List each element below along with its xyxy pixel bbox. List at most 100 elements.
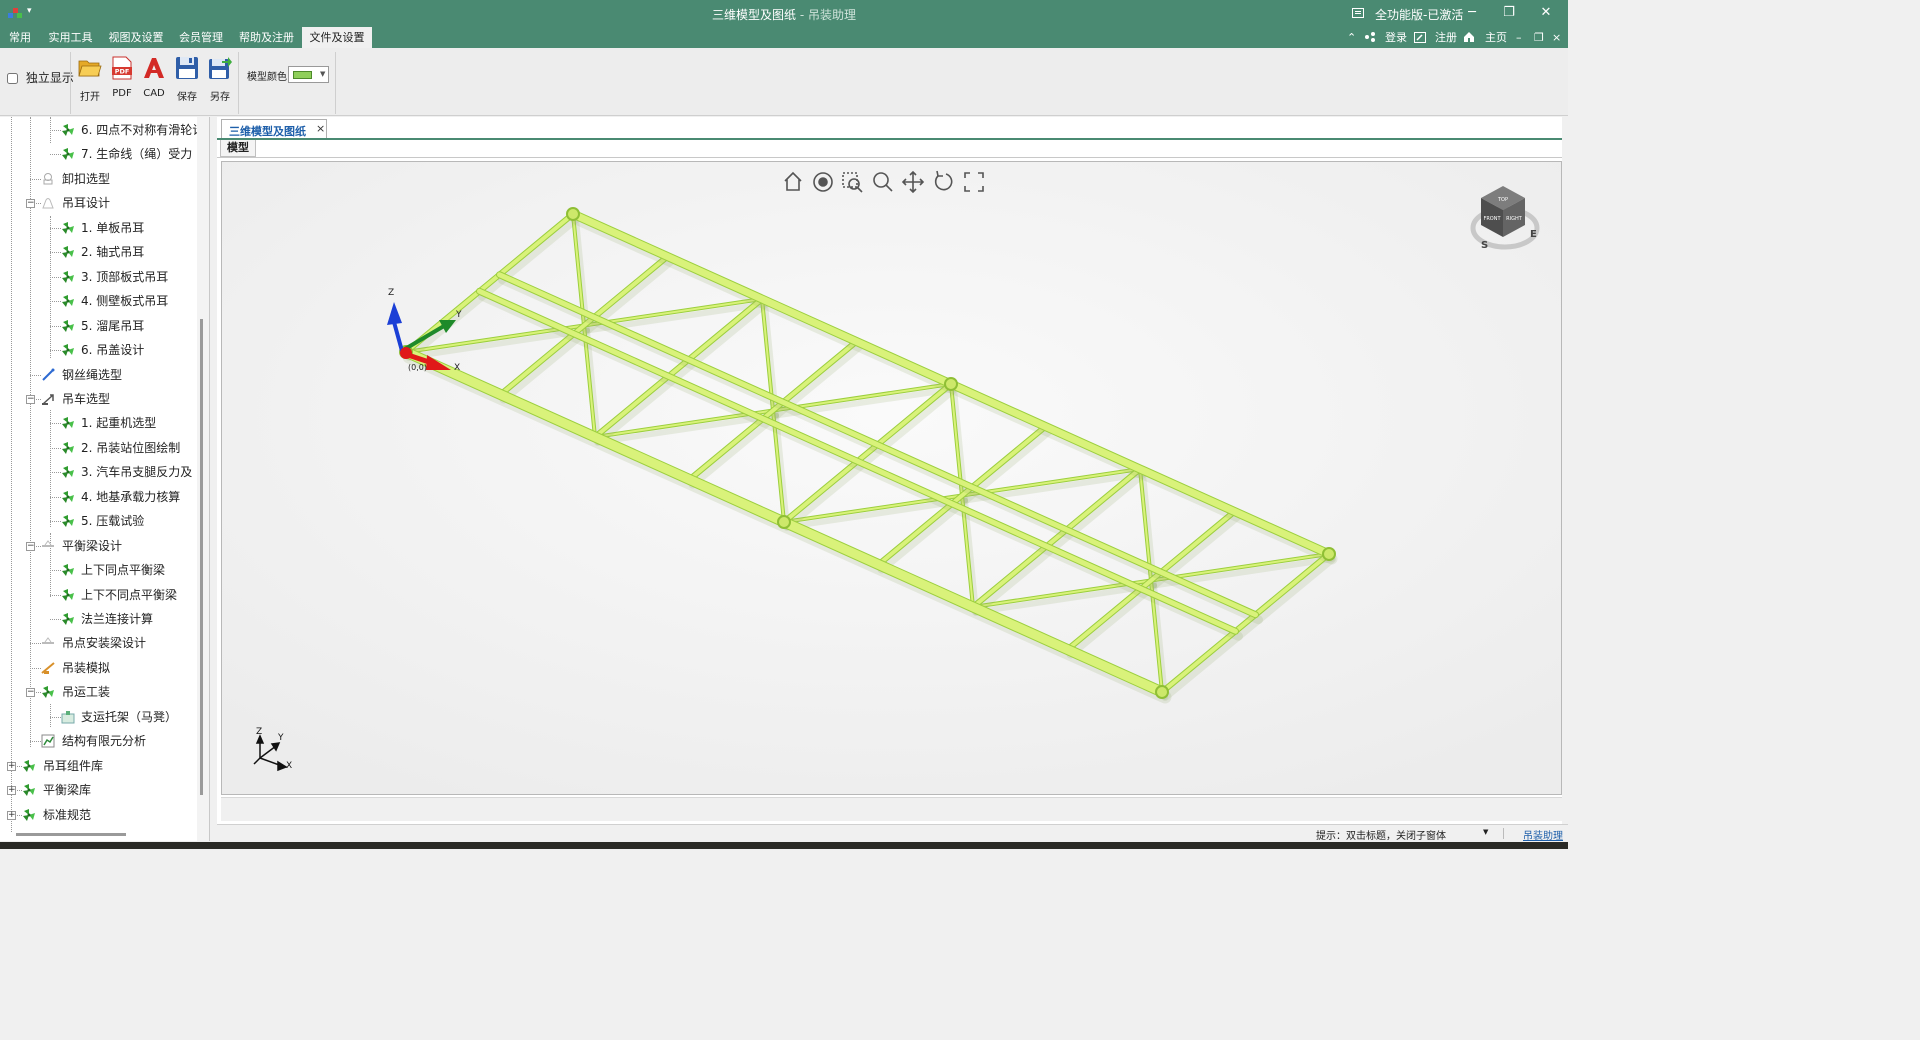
expand-icon[interactable]: + [7,786,16,796]
tree-item[interactable]: 支运托架（马凳） [0,705,196,729]
close-button[interactable]: ✕ [1528,3,1564,23]
tree-item-label: 2. 轴式吊耳 [81,245,145,260]
save-as-button[interactable]: 另存 [205,56,235,103]
tree-horizontal-scroll-thumb[interactable] [16,833,126,836]
mdi-minimize-button[interactable]: – [1516,27,1522,48]
chevron-down-icon: ▼ [320,70,326,78]
share-icon[interactable] [1364,31,1376,43]
tree-item[interactable]: − 吊耳设计 [0,191,196,215]
ribbon-separator [70,52,71,114]
function-tree: 6. 四点不对称有滑轮计 7. 生命线（绳）受力 卸扣选型 − 吊耳设计 1. 单板吊耳 2… [0,117,210,841]
collapse-icon[interactable]: − [26,688,35,698]
home-link[interactable]: 主页 [1485,27,1507,48]
close-tab-icon[interactable]: × [316,122,325,135]
standalone-label: 独立显示 [25,71,74,85]
menu-file-settings[interactable]: 文件及设置 [302,27,372,48]
tree-item[interactable]: 1. 起重机选型 [0,411,196,435]
tree-item[interactable]: 4. 侧壁板式吊耳 [0,289,196,313]
minimize-button[interactable]: ─ [1454,3,1490,23]
login-link[interactable]: 登录 [1385,27,1407,48]
leaf-icon [62,246,74,259]
standalone-checkbox[interactable] [7,73,18,84]
tree-item[interactable]: 上下不同点平衡梁 [0,583,196,607]
model-subtab[interactable]: 模型 [220,140,256,157]
viewer-horizontal-scrollbar[interactable] [221,797,1562,821]
tree-item[interactable]: 卸扣选型 [0,167,196,191]
collapse-icon[interactable]: − [26,199,35,209]
tree-item[interactable]: 3. 顶部板式吊耳 [0,265,196,289]
tree-item[interactable]: 6. 四点不对称有滑轮计 [0,118,204,142]
collapse-icon[interactable]: − [26,394,35,404]
subtab-divider [217,157,1568,158]
tree-item-label: 4. 侧壁板式吊耳 [81,294,169,309]
wire-rope-icon [42,368,55,381]
leaf-icon [62,588,74,601]
tree-item[interactable]: − 吊运工装 [0,680,196,704]
tree-item[interactable]: + 吊耳组件库 [0,754,196,778]
tree-item[interactable]: 4. 地基承载力核算 [0,485,196,509]
tree-item[interactable]: 结构有限元分析 [0,729,196,753]
tree-item[interactable]: 上下同点平衡梁 [0,558,196,582]
status-dropdown-icon[interactable]: ▼ [1483,828,1488,836]
tree-item[interactable]: 钢丝绳选型 [0,363,196,387]
collapse-ribbon-icon[interactable]: ⌃ [1347,27,1356,48]
leaf-icon [62,613,74,625]
tree-vertical-scrollbar[interactable] [197,117,209,841]
tree-scroll-thumb[interactable] [200,319,203,795]
menu-tools[interactable]: 实用工具 [40,27,101,48]
open-button[interactable]: 打开 [75,56,105,103]
tree-item-label: 吊点安装梁设计 [62,636,147,651]
tree-item[interactable]: − 平衡梁设计 [0,534,196,558]
tree-item-label: 上下不同点平衡梁 [81,587,178,602]
leaf-icon [62,490,74,503]
tree-item[interactable]: + 标准规范 [0,803,196,827]
model-color-label: 模型颜色 [247,72,287,83]
pdf-icon: PDF [112,56,132,80]
tree-item[interactable]: 法兰连接计算 [0,607,196,631]
menu-member[interactable]: 会员管理 [171,27,231,48]
leaf-icon [62,466,74,479]
status-separator [1503,828,1511,839]
lifting-lug [566,207,580,221]
save-button[interactable]: 保存 [172,56,202,103]
tree-item[interactable]: 3. 汽车吊支腿反力及 [0,460,196,484]
3d-viewer[interactable]: TOP FRONT RIGHT S E Z Y X (0,0) Z Y X [221,161,1562,795]
document-vertical-scrollbar[interactable] [1562,117,1568,824]
tree-item[interactable]: 6. 吊盖设计 [0,338,196,362]
tree-item[interactable]: 5. 压载试验 [0,509,196,533]
tree-item-label: 法兰连接计算 [81,612,154,626]
mdi-close-button[interactable]: × [1552,27,1561,48]
tree-item[interactable]: 2. 轴式吊耳 [0,240,196,264]
tree-item[interactable]: 吊装模拟 [0,656,196,680]
ribbon-separator [335,52,336,114]
tree-item[interactable]: 吊点安装梁设计 [0,631,196,655]
pdf-button[interactable]: PDF PDF [107,56,137,102]
tree-item[interactable]: − 吊车选型 [0,387,196,411]
mdi-restore-button[interactable]: ❐ [1534,27,1544,48]
app-link[interactable]: 吊装助理 [1523,827,1563,842]
menu-help-register[interactable]: 帮助及注册 [231,27,302,48]
tree-item[interactable]: 5. 溜尾吊耳 [0,314,196,338]
tree-item[interactable]: + 平衡梁库 [0,778,196,802]
collapse-icon[interactable]: − [26,541,35,551]
tree-item[interactable]: 7. 生命线（绳）受力 [0,142,196,166]
document-tab[interactable]: 三维模型及图纸 × [221,119,327,138]
menu-view-settings[interactable]: 视图及设置 [101,27,171,48]
tree-item[interactable]: 1. 单板吊耳 [0,216,196,240]
lifting-lug [777,515,791,529]
standalone-toggle[interactable]: 独立显示 [7,69,74,86]
cad-icon [144,58,164,78]
tree-item[interactable]: 2. 吊装站位图绘制 [0,436,196,460]
cad-button[interactable]: CAD [139,56,169,102]
expand-icon[interactable]: + [7,761,16,771]
maximize-button[interactable]: ❐ [1491,3,1527,23]
3d-viewport[interactable]: TOP FRONT RIGHT S E Z Y X (0,0) Z Y X [222,162,1562,795]
expand-icon[interactable]: + [7,810,16,820]
shackle-icon [43,172,53,185]
leaf-icon [62,319,74,332]
lug-icon [42,198,54,209]
menu-common[interactable]: 常用 [0,27,40,48]
model-color-picker[interactable]: ▼ [288,66,329,83]
ribbon-separator [238,52,239,114]
register-link[interactable]: 注册 [1435,27,1457,48]
